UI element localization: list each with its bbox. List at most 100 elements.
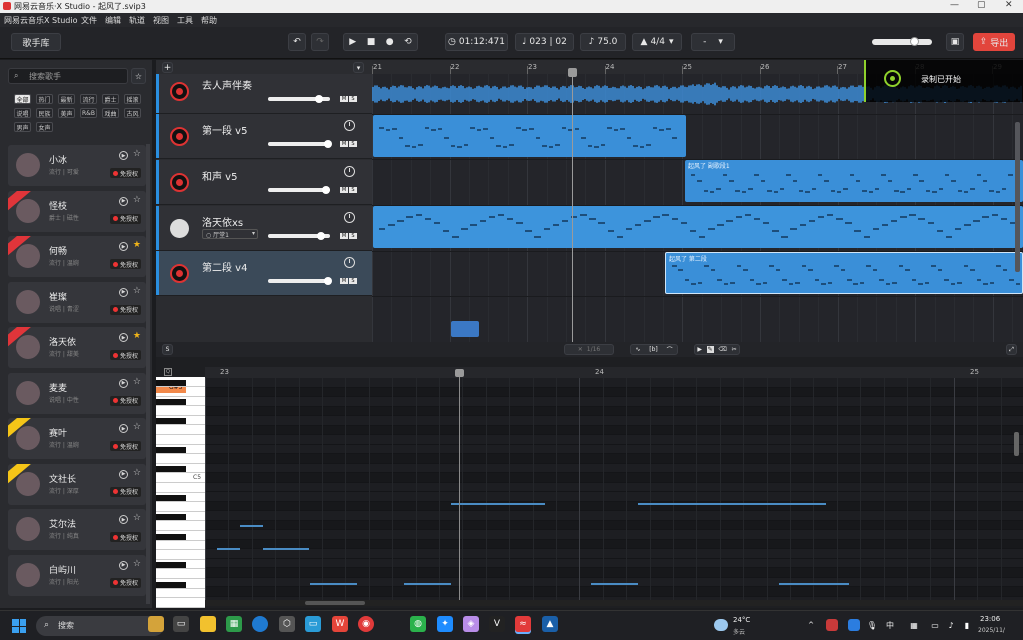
- eraser-tool-icon[interactable]: ⌫: [718, 346, 726, 353]
- clip-chorus-harmony[interactable]: 起风了 副歌段1: [685, 160, 1023, 202]
- clip-luotianyi[interactable]: [373, 206, 1023, 248]
- note-grid[interactable]: [205, 378, 1023, 602]
- record-arm-icon[interactable]: [170, 127, 189, 146]
- app-icon-tv[interactable]: ▭: [305, 616, 321, 632]
- track-name[interactable]: 去人声伴奏: [202, 77, 252, 92]
- tray-chevron-icon[interactable]: ^: [806, 620, 816, 630]
- note-block[interactable]: [240, 525, 263, 527]
- arrangement-view[interactable]: 212223242526272829 起风了 副歌段1 起风了 第二段 录制已开…: [372, 60, 1023, 342]
- tag-ancient[interactable]: 古风: [124, 108, 141, 118]
- zoom-icon[interactable]: Q: [164, 368, 172, 376]
- export-button[interactable]: ⇪ 导出: [973, 33, 1015, 51]
- record-icon[interactable]: ●: [386, 37, 394, 47]
- clock-date[interactable]: 2025/11/: [978, 627, 1005, 634]
- weather-desc[interactable]: 多云: [733, 627, 745, 636]
- widget-icon[interactable]: [148, 616, 164, 632]
- menu-edit[interactable]: 编辑: [105, 15, 121, 26]
- singer-library-button[interactable]: 歌手库: [11, 33, 61, 51]
- piano-roll[interactable]: S ✕ 1/16 ∿ [b] ⌒ ▶ ✎ ⌫ ✂ ⤢ 23 24 25 Q: [156, 342, 1023, 608]
- mute-button[interactable]: M: [340, 141, 348, 147]
- slider-knob[interactable]: [315, 95, 323, 103]
- quantize-select[interactable]: ✕ 1/16: [564, 344, 614, 355]
- preview-play-icon[interactable]: ▶: [119, 287, 128, 297]
- tag-female[interactable]: 女声: [36, 122, 53, 132]
- favorites-star-icon[interactable]: ☆: [131, 68, 146, 84]
- app-icon-v[interactable]: V: [489, 616, 505, 632]
- mute-button[interactable]: M: [340, 233, 348, 239]
- track-name[interactable]: 和声 v5: [202, 168, 237, 183]
- tag-hot[interactable]: 热门: [36, 94, 53, 104]
- measure-display[interactable]: ♩ 023 | 02: [515, 33, 574, 51]
- track-row[interactable]: 第二段 v4 M S: [156, 251, 372, 296]
- tray-app-icon-2[interactable]: [848, 619, 860, 631]
- singer-search-input[interactable]: ⌕ 搜索歌手: [8, 68, 128, 84]
- singer-card[interactable]: 白屿川 流行 | 阳光 ▶ ☆ 免授权: [8, 554, 146, 596]
- favorite-star-icon[interactable]: ☆: [133, 286, 141, 296]
- favorite-star-icon[interactable]: ★: [133, 331, 141, 341]
- solo-button[interactable]: S: [349, 233, 357, 239]
- wps-icon[interactable]: W: [332, 616, 348, 632]
- singer-card[interactable]: 何畅 流行 | 温婉 ▶ ★ 免授权: [8, 236, 146, 277]
- track-row[interactable]: 洛天依xs ○ 厅堂1 ▾ M S: [156, 206, 372, 251]
- mute-button[interactable]: M: [340, 278, 348, 284]
- playhead[interactable]: [572, 70, 573, 342]
- roll-playhead-handle[interactable]: [455, 369, 464, 377]
- piano-roll-ruler[interactable]: 23 24 25: [205, 367, 1023, 378]
- tag-male[interactable]: 男声: [14, 122, 31, 132]
- scissors-tool-icon[interactable]: ✂: [732, 346, 737, 353]
- playhead-handle[interactable]: [568, 68, 577, 77]
- slider-knob[interactable]: [324, 277, 332, 285]
- favorite-star-icon[interactable]: ☆: [133, 422, 141, 432]
- preview-play-icon[interactable]: ▶: [119, 560, 128, 570]
- tag-rnb[interactable]: R&B: [80, 108, 97, 118]
- clip-second-section[interactable]: 起风了 第二段: [665, 252, 1023, 294]
- vibrato-icon[interactable]: ⌒: [667, 345, 673, 354]
- note-block[interactable]: [451, 503, 545, 505]
- select-tool-icon[interactable]: ▶: [697, 346, 702, 353]
- start-icon[interactable]: [12, 619, 26, 633]
- track-volume-slider[interactable]: [268, 140, 332, 148]
- preview-play-icon[interactable]: ▶: [119, 333, 128, 342]
- note-block[interactable]: [779, 583, 849, 585]
- app-icon-bird[interactable]: ✦: [437, 616, 453, 632]
- tag-folk[interactable]: 民族: [36, 108, 53, 118]
- bracket-icon[interactable]: [b]: [649, 346, 658, 353]
- app-icon-settings[interactable]: ⬡: [279, 616, 295, 632]
- close-button[interactable]: ✕: [1005, 0, 1013, 10]
- note-block[interactable]: [310, 583, 357, 585]
- timesig-select[interactable]: ▲ 4/4 ▾: [632, 33, 682, 51]
- pitch-curve-icon[interactable]: ∿: [635, 346, 640, 353]
- track-overview-icon[interactable]: [451, 321, 479, 337]
- fullscreen-icon[interactable]: ⤢: [1006, 344, 1017, 355]
- pan-knob[interactable]: [344, 166, 355, 177]
- stop-icon[interactable]: ■: [367, 37, 376, 47]
- singer-card[interactable]: 洛天依 流行 | 甜美 ▶ ★ 免授权: [8, 327, 146, 368]
- battery-icon[interactable]: ▮: [961, 619, 973, 631]
- tag-bel-canto[interactable]: 美声: [58, 108, 75, 118]
- favorite-star-icon[interactable]: ☆: [133, 559, 141, 569]
- singer-card[interactable]: 怪枝 爵士 | 磁性 ▶ ☆ 免授权: [8, 190, 146, 232]
- key-select[interactable]: - ▾: [691, 33, 735, 51]
- track-volume-slider[interactable]: [268, 232, 330, 240]
- master-volume-slider[interactable]: [872, 37, 932, 46]
- volume-icon[interactable]: ♪: [945, 619, 957, 631]
- note-block[interactable]: [217, 548, 240, 550]
- record-arm-icon[interactable]: [170, 264, 189, 283]
- roll-vscrollbar[interactable]: [1014, 432, 1019, 456]
- loop-icon[interactable]: ⟲: [404, 37, 412, 47]
- preview-play-icon[interactable]: ▶: [119, 151, 128, 160]
- ime-indicator[interactable]: 中: [886, 620, 894, 631]
- menu-tools[interactable]: 工具: [177, 15, 193, 26]
- favorite-star-icon[interactable]: ☆: [133, 149, 141, 159]
- menu-help[interactable]: 帮助: [201, 15, 217, 26]
- maximize-button[interactable]: ▢: [977, 0, 986, 10]
- singer-card[interactable]: 文社长 流行 | 深厚 ▶ ☆ 免授权: [8, 463, 146, 505]
- track-volume-slider[interactable]: [268, 277, 332, 285]
- menu-file[interactable]: 文件: [81, 15, 97, 26]
- favorite-star-icon[interactable]: ☆: [133, 195, 141, 205]
- track-row[interactable]: 去人声伴奏 M S: [156, 74, 372, 114]
- wechat-icon[interactable]: ◍: [410, 616, 426, 632]
- note-block[interactable]: [263, 548, 309, 550]
- tempo-display[interactable]: ♪ 75.0: [580, 33, 626, 51]
- netease-music-icon[interactable]: ◉: [358, 616, 374, 632]
